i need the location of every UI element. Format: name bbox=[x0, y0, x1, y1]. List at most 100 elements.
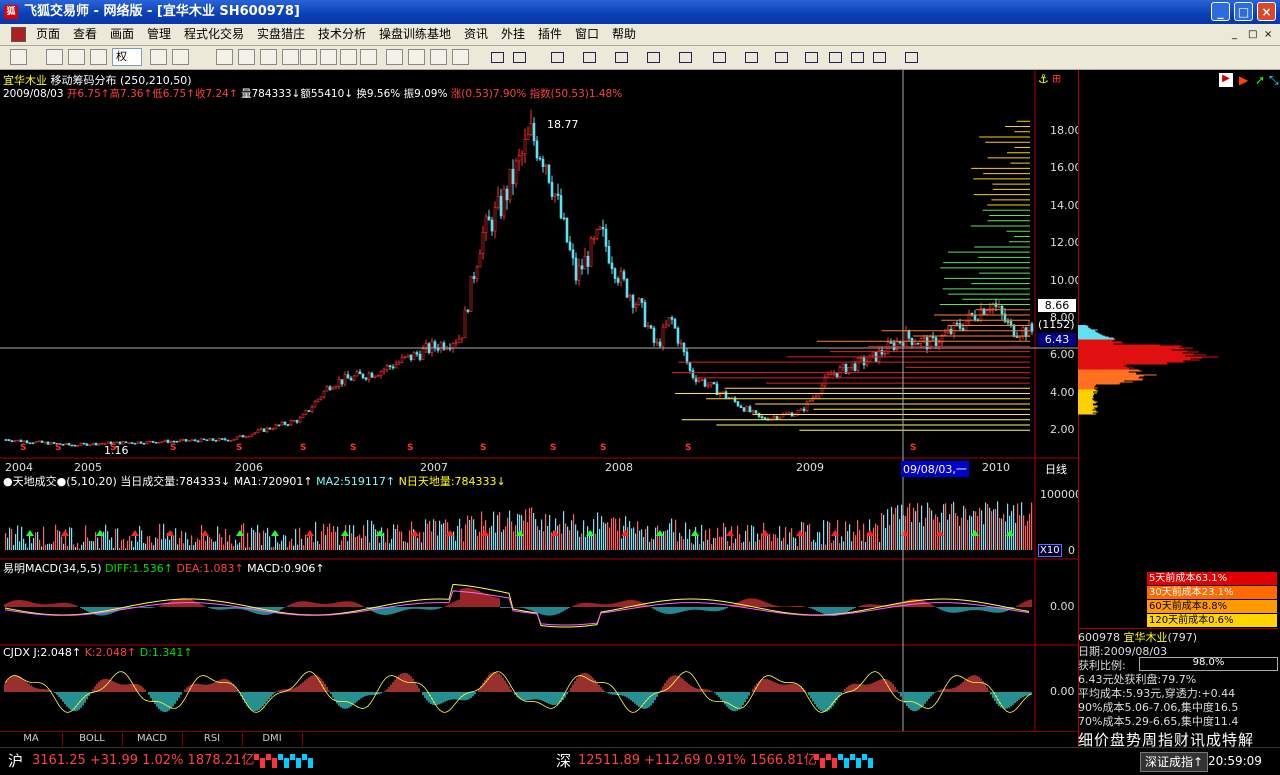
play-icon[interactable]: ▶ bbox=[1219, 73, 1233, 87]
cjdx-axis-zero: 0.00 bbox=[1050, 685, 1075, 698]
save-icon[interactable] bbox=[452, 49, 469, 65]
svg-text:S: S bbox=[236, 443, 242, 453]
copy-icon[interactable] bbox=[802, 49, 819, 65]
open-icon[interactable] bbox=[46, 49, 63, 65]
menu-news[interactable]: 资讯 bbox=[464, 24, 488, 45]
quote-volume: 量784333↓ bbox=[240, 88, 301, 100]
tab-boll[interactable]: BOLL bbox=[62, 733, 123, 746]
channel-icon[interactable] bbox=[644, 49, 661, 65]
menu-help[interactable]: 帮助 bbox=[612, 24, 636, 45]
quote-high: 高7.36↑ bbox=[109, 88, 153, 100]
text-icon[interactable] bbox=[320, 49, 337, 65]
plus-icon[interactable] bbox=[68, 49, 85, 65]
arrow-right-icon[interactable]: ➚ bbox=[1255, 73, 1265, 87]
menu-plugins-external[interactable]: 外挂 bbox=[501, 24, 525, 45]
volume-params: (5,10,20) bbox=[66, 475, 117, 488]
macd-params: (34,5,5) bbox=[57, 562, 102, 575]
sz-index-link[interactable]: 深证成指↑ bbox=[1140, 752, 1209, 772]
play-icon[interactable] bbox=[216, 49, 233, 65]
menu-page[interactable]: 页面 bbox=[36, 24, 60, 45]
letter-icon[interactable] bbox=[386, 49, 403, 65]
volume-today: 当日成交量:784333↓ bbox=[120, 475, 231, 488]
tab-dmi[interactable]: DMI bbox=[242, 733, 303, 746]
cursor-date-label: 09/08/03,一 bbox=[901, 461, 969, 477]
color-icon[interactable] bbox=[430, 49, 447, 65]
fib-icon[interactable] bbox=[300, 49, 317, 65]
macd-dea: DEA:1.083↑ bbox=[176, 562, 244, 575]
trendline-icon[interactable] bbox=[510, 49, 527, 65]
arrow-icon[interactable] bbox=[260, 49, 277, 65]
doc-icon[interactable] bbox=[11, 27, 26, 42]
expand-icon[interactable]: ⤡ bbox=[1269, 73, 1279, 88]
mdi-restore-button[interactable]: □ bbox=[1248, 24, 1257, 45]
flag-icon[interactable]: ▶ bbox=[1239, 73, 1248, 87]
price-axis-label: 18.00 bbox=[1050, 124, 1082, 137]
rights-adjust-select[interactable]: 权 bbox=[112, 48, 142, 66]
menu-view[interactable]: 查看 bbox=[73, 24, 97, 45]
menu-training-base[interactable]: 操盘训练基地 bbox=[379, 24, 451, 45]
svg-text:S: S bbox=[407, 443, 413, 453]
cjdx-d: D:1.341↑ bbox=[139, 646, 193, 659]
sz-index-values[interactable]: 12511.89 +112.69 0.91% 1566.81亿 bbox=[578, 748, 817, 774]
line-icon[interactable] bbox=[282, 49, 299, 65]
menu-canvas[interactable]: 画面 bbox=[110, 24, 134, 45]
cost-30day: 30天前成本23.1% bbox=[1147, 586, 1277, 599]
menu-real-hunt[interactable]: 实盘猎庄 bbox=[257, 24, 305, 45]
main-chart-area[interactable]: SSSSSSSSSSSSS bbox=[0, 70, 1078, 731]
volume-multiplier: X10 bbox=[1038, 544, 1062, 557]
maximize-button[interactable]: □ bbox=[1234, 2, 1253, 21]
cost-5day: 5天前成本63.1% bbox=[1147, 572, 1277, 585]
peak-label: 18.77 bbox=[547, 118, 579, 131]
rectangle-icon[interactable] bbox=[710, 49, 727, 65]
quote-date: 2009/08/03 bbox=[3, 88, 64, 100]
list-icon[interactable] bbox=[150, 49, 167, 65]
save-icon[interactable] bbox=[902, 49, 919, 65]
tab-rsi[interactable]: RSI bbox=[182, 733, 243, 746]
sh-label: 沪 bbox=[8, 752, 24, 770]
mdi-minimize-button[interactable]: _ bbox=[1232, 24, 1237, 45]
minimize-button[interactable]: _ bbox=[1211, 2, 1230, 21]
svg-text:S: S bbox=[685, 443, 691, 453]
ellipse-icon[interactable] bbox=[742, 49, 759, 65]
mdi-close-button[interactable]: × bbox=[1264, 24, 1272, 45]
pen-icon[interactable] bbox=[848, 49, 865, 65]
rp-line-70: 70%成本5.29-6.65,集中度11.4 bbox=[1078, 715, 1239, 728]
home-icon[interactable] bbox=[10, 49, 27, 65]
cursor-icon[interactable] bbox=[488, 49, 505, 65]
menu-technical-analysis[interactable]: 技术分析 bbox=[318, 24, 366, 45]
cjdx-name: CJDX bbox=[3, 646, 30, 659]
vlines-icon[interactable] bbox=[580, 49, 597, 65]
minus-icon[interactable] bbox=[90, 49, 107, 65]
price-axis-label: 14.00 bbox=[1050, 198, 1082, 212]
rect-icon[interactable] bbox=[340, 49, 357, 65]
window-title: 飞狐交易师 - 网络版 - [宜华木业 SH600978] bbox=[24, 4, 300, 19]
menu-window[interactable]: 窗口 bbox=[575, 24, 599, 45]
tab-macd[interactable]: MACD bbox=[122, 733, 183, 746]
font-icon[interactable] bbox=[772, 49, 789, 65]
eraser-icon[interactable] bbox=[826, 49, 843, 65]
close-button[interactable]: × bbox=[1257, 2, 1276, 21]
sh-index-values[interactable]: 3161.25 +31.99 1.02% 1878.21亿 bbox=[32, 748, 254, 774]
zoom-icon[interactable] bbox=[238, 49, 255, 65]
circle-icon[interactable] bbox=[360, 49, 377, 65]
menu-programmed-trading[interactable]: 程式化交易 bbox=[184, 24, 244, 45]
volume-axis-top: 100000 bbox=[1040, 488, 1082, 501]
macd-diff: DIFF:1.536↑ bbox=[105, 562, 173, 575]
hline-icon[interactable] bbox=[548, 49, 565, 65]
parallel-icon[interactable] bbox=[676, 49, 693, 65]
indicator-tabs: MA BOLL MACD RSI DMI bbox=[0, 731, 1078, 747]
svg-text:S: S bbox=[170, 443, 176, 453]
macd-value: MACD:0.906↑ bbox=[247, 562, 325, 575]
anchor-icon[interactable]: ⚓ bbox=[1038, 72, 1049, 86]
palette-icon[interactable] bbox=[870, 49, 887, 65]
quote-low: 低6.75↑ bbox=[152, 88, 195, 100]
fan-icon[interactable] bbox=[612, 49, 629, 65]
svg-text:S: S bbox=[300, 443, 306, 453]
grid-icon[interactable] bbox=[172, 49, 189, 65]
grid-icon[interactable]: ⊞ bbox=[1052, 72, 1061, 85]
erase-icon[interactable] bbox=[408, 49, 425, 65]
menu-manage[interactable]: 管理 bbox=[147, 24, 171, 45]
period-label[interactable]: 日线 bbox=[1045, 461, 1067, 477]
menu-plugins[interactable]: 插件 bbox=[538, 24, 562, 45]
tab-ma[interactable]: MA bbox=[0, 733, 63, 746]
